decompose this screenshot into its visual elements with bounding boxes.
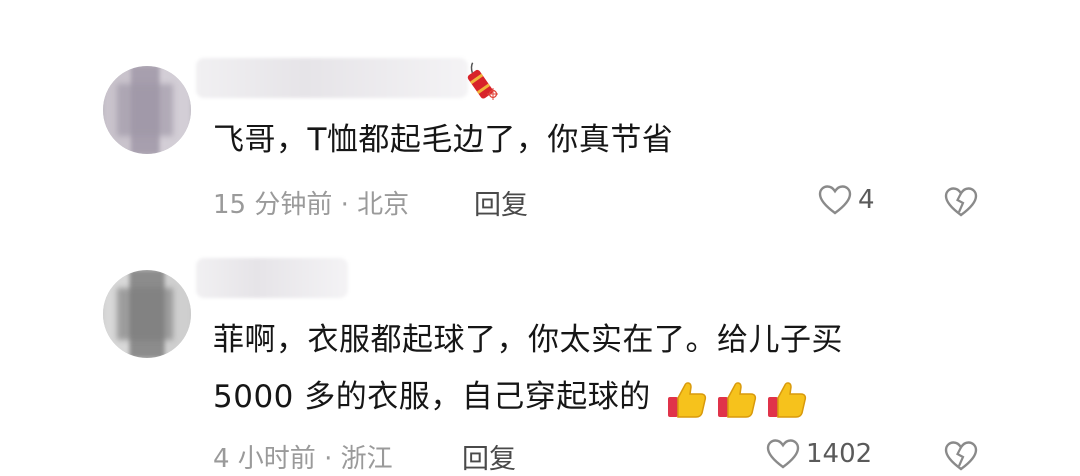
comment-time: 15 分钟前 xyxy=(213,190,333,220)
firecracker-icon xyxy=(467,62,498,100)
comment-location: 北京 xyxy=(357,190,410,220)
comment-item: 飞哥，T恤都起毛边了，你真节省 15 分钟前 · 北京 回复 4 xyxy=(0,0,1080,240)
like-count: 4 xyxy=(858,185,875,215)
reply-button[interactable]: 回复 xyxy=(474,183,528,222)
comment-time: 4 小时前 xyxy=(213,444,316,474)
comment-meta: 4 小时前 · 浙江 xyxy=(213,438,393,475)
comment-meta: 15 分钟前 · 北京 xyxy=(213,184,409,221)
avatar[interactable] xyxy=(103,270,191,358)
broken-heart-icon[interactable] xyxy=(944,440,978,472)
username-blurred[interactable] xyxy=(196,258,348,298)
comment-location: 浙江 xyxy=(340,444,393,474)
like-button[interactable]: 4 xyxy=(818,184,875,216)
meta-separator: · xyxy=(332,190,358,220)
comment-text-line: 5000 多的衣服，自己穿起球的 xyxy=(213,379,651,415)
meta-separator: · xyxy=(315,444,341,474)
comment-text: 飞哥，T恤都起毛边了，你真节省 xyxy=(213,122,674,158)
avatar[interactable] xyxy=(103,66,191,154)
comment-text: 菲啊，衣服都起球了，你太实在了。给儿子买 xyxy=(213,322,843,358)
comment-text: 5000 多的衣服，自己穿起球的 xyxy=(213,371,809,423)
comment-item: 菲啊，衣服都起球了，你太实在了。给儿子买 5000 多的衣服，自己穿起球的 4 … xyxy=(0,240,1080,475)
thumbs-up-icon xyxy=(668,381,707,418)
thumbs-up-icon xyxy=(768,381,807,418)
heart-outline-icon xyxy=(766,439,800,469)
heart-outline-icon xyxy=(818,185,852,215)
thumbs-up-emojis xyxy=(665,377,809,421)
broken-heart-icon[interactable] xyxy=(944,186,978,218)
like-button[interactable]: 1402 xyxy=(766,438,872,470)
thumbs-up-icon xyxy=(718,381,757,418)
like-count: 1402 xyxy=(806,439,873,469)
username-blurred[interactable] xyxy=(196,58,468,98)
reply-button[interactable]: 回复 xyxy=(462,437,516,476)
